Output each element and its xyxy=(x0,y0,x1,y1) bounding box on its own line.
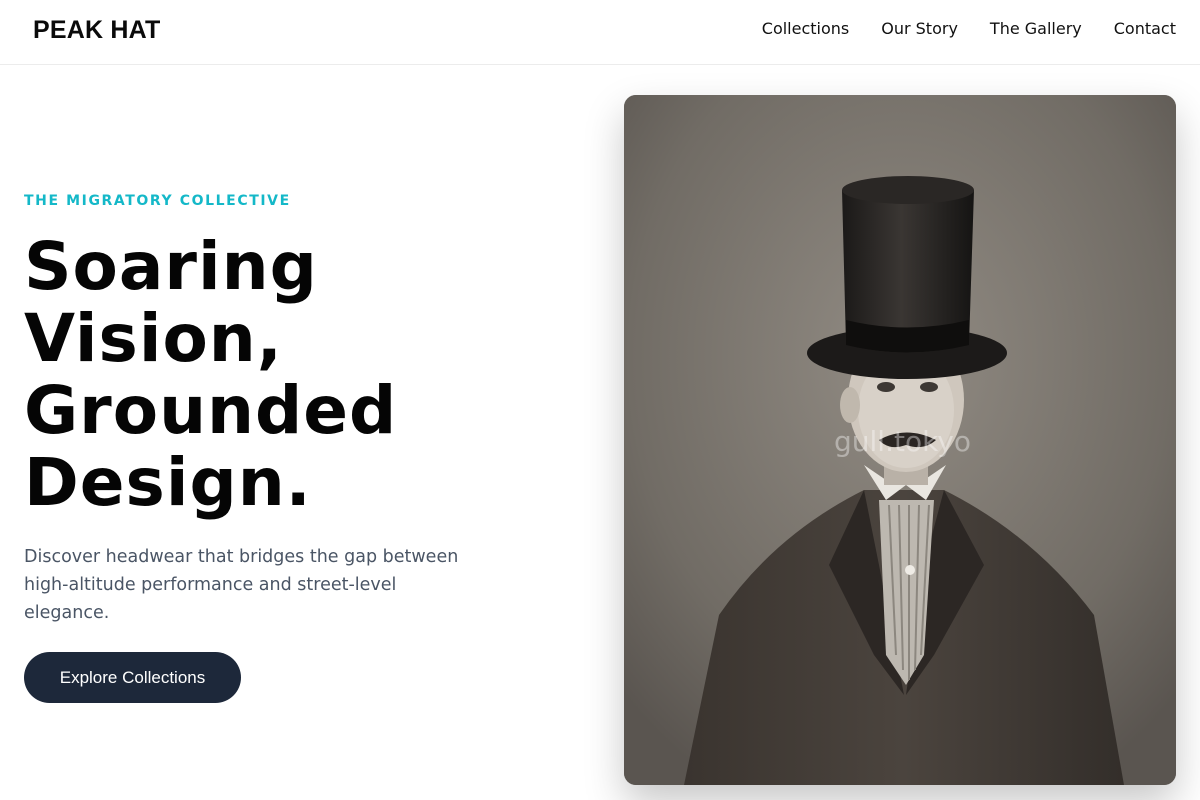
hero-portrait-image: gull.tokyo xyxy=(624,95,1176,785)
top-navigation-bar: PEAK HAT Collections Our Story The Galle… xyxy=(0,0,1200,65)
hero-headline: Soaring Vision, Grounded Design. xyxy=(24,231,584,519)
image-watermark: gull.tokyo xyxy=(834,425,972,458)
nav-link-collections[interactable]: Collections xyxy=(762,19,849,38)
primary-nav: Collections Our Story The Gallery Contac… xyxy=(762,19,1176,38)
nav-link-contact[interactable]: Contact xyxy=(1114,19,1176,38)
explore-collections-button[interactable]: Explore Collections xyxy=(24,652,241,703)
hero-eyebrow: THE MIGRATORY COLLECTIVE xyxy=(24,193,291,209)
headline-line: Grounded xyxy=(24,372,398,449)
nav-link-our-story[interactable]: Our Story xyxy=(881,19,958,38)
brand-logo[interactable]: PEAK HAT xyxy=(33,16,161,45)
hero-text-block: THE MIGRATORY COLLECTIVE Soaring Vision,… xyxy=(24,193,584,627)
headline-line: Vision, xyxy=(24,300,283,377)
headline-line: Design. xyxy=(24,444,312,521)
nav-link-gallery[interactable]: The Gallery xyxy=(990,19,1082,38)
hero-subtitle: Discover headwear that bridges the gap b… xyxy=(24,547,459,623)
headline-line: Soaring xyxy=(24,228,318,305)
